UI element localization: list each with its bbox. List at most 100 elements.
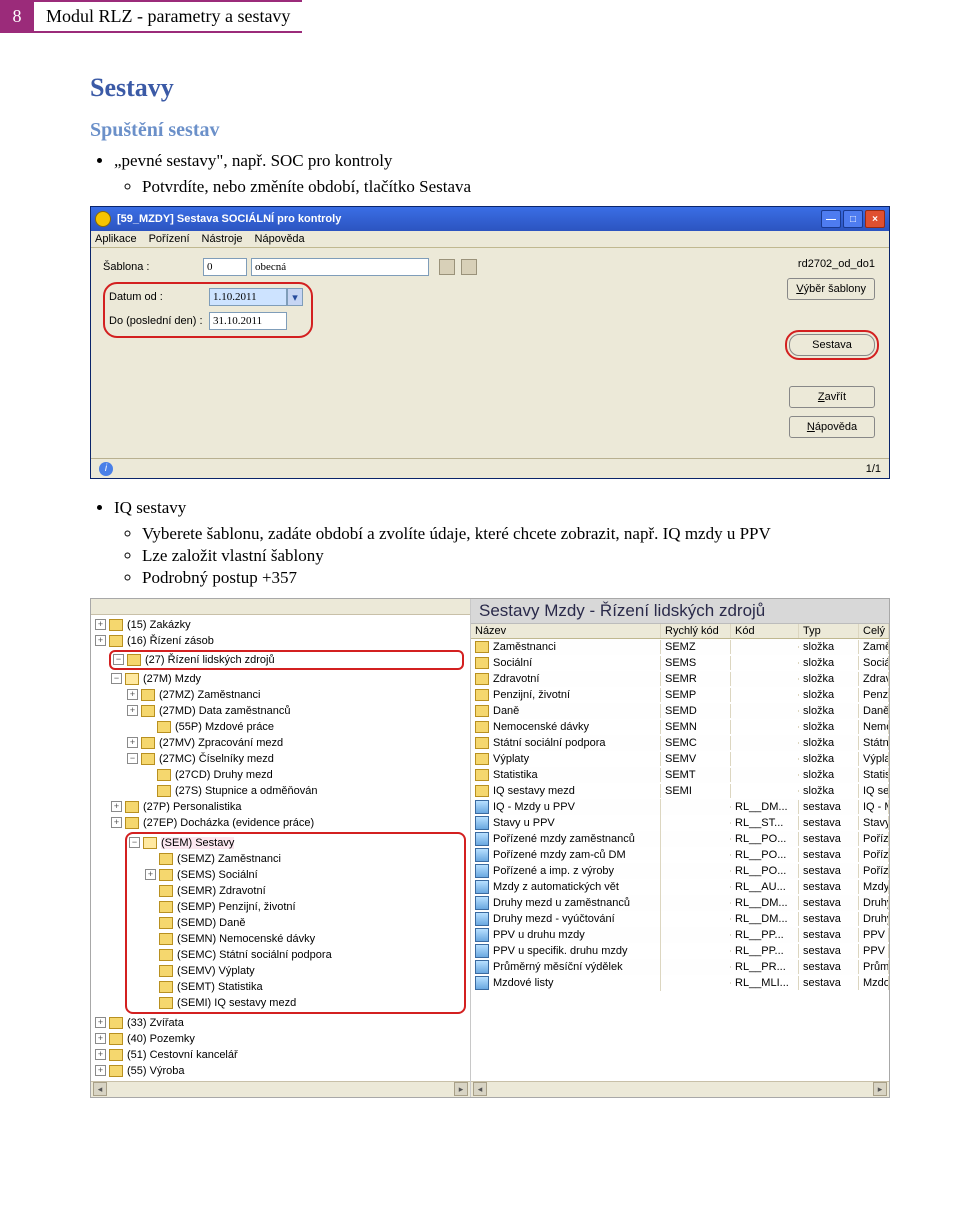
expand-icon[interactable]: +	[95, 635, 106, 646]
tree-item[interactable]: +(27MZ) Zaměstnanci	[127, 687, 470, 703]
expand-icon[interactable]: +	[111, 817, 122, 828]
col-rychly-kod[interactable]: Rychlý kód	[661, 624, 731, 638]
menu-napoveda[interactable]: Nápověda	[255, 233, 305, 245]
minimize-button[interactable]: —	[821, 210, 841, 228]
tree-scrollbar[interactable]: ◂ ▸	[91, 1081, 470, 1097]
collapse-icon[interactable]: −	[113, 654, 124, 665]
list-row[interactable]: Mzdové listyRL__MLI...sestavaMzdové list…	[471, 975, 889, 991]
expand-icon[interactable]: +	[127, 705, 138, 716]
collapse-icon[interactable]: −	[127, 753, 138, 764]
tree-item[interactable]: +(33) Zvířata	[95, 1015, 470, 1031]
list-row[interactable]: Penzijní, životníSEMPsložkaPenzijní, živ…	[471, 687, 889, 703]
list-row[interactable]: IQ - Mzdy u PPVRL__DM...sestavaIQ - Mzdy…	[471, 799, 889, 815]
input-datum-do[interactable]	[209, 312, 287, 330]
collapse-icon[interactable]: −	[111, 673, 122, 684]
tree-item[interactable]: (SEMZ) Zaměstnanci	[145, 851, 462, 867]
list-row[interactable]: VýplatySEMVsložkaVýplaty	[471, 751, 889, 767]
list-row[interactable]: PPV u specifik. druhu mzdyRL__PP...sesta…	[471, 943, 889, 959]
list-row[interactable]: Mzdy z automatických větRL__AU...sestava…	[471, 879, 889, 895]
expand-icon[interactable]: +	[127, 737, 138, 748]
col-kod[interactable]: Kód	[731, 624, 799, 638]
list-row[interactable]: Pořízené mzdy zaměstnancůRL__PO...sestav…	[471, 831, 889, 847]
close-button[interactable]: ×	[865, 210, 885, 228]
tree-body[interactable]: +(15) Zakázky+(16) Řízení zásob −(27) Říz…	[91, 615, 470, 1097]
list-row[interactable]: SociálníSEMSsložkaSociální	[471, 655, 889, 671]
list-row[interactable]: Nemocenské dávkySEMNsložkaNemocenské dáv…	[471, 719, 889, 735]
tree-item[interactable]: (27S) Stupnice a odměňován	[143, 783, 470, 799]
tree-item[interactable]: +(51) Cestovní kancelář	[95, 1047, 470, 1063]
list-row[interactable]: Pořízené a imp. z výrobyRL__PO...sestava…	[471, 863, 889, 879]
expand-icon[interactable]: +	[95, 619, 106, 630]
tree-item[interactable]: +(55) Výroba	[95, 1063, 470, 1079]
list-row[interactable]: Státní sociální podporaSEMCsložkaStátní …	[471, 735, 889, 751]
tree-item[interactable]: +(27MV) Zpracování mezd	[127, 735, 470, 751]
list-row[interactable]: Pořízené mzdy zam-ců DMRL__PO...sestavaP…	[471, 847, 889, 863]
tree-item[interactable]: −(27MC) Číselníky mezd	[127, 751, 470, 767]
tree-item[interactable]: +(15) Zakázky	[95, 617, 470, 633]
scroll-left-icon[interactable]: ◂	[93, 1082, 107, 1096]
col-typ[interactable]: Typ	[799, 624, 859, 638]
sestava-button[interactable]: Sestava	[789, 334, 875, 356]
open-icon[interactable]	[439, 259, 455, 275]
tree-item[interactable]: (27CD) Druhy mezd	[143, 767, 470, 783]
expand-icon[interactable]: +	[95, 1017, 106, 1028]
save-icon[interactable]	[461, 259, 477, 275]
tree-item[interactable]: (SEMP) Penzijní, životní	[145, 899, 462, 915]
report-icon	[475, 912, 489, 926]
tree-item[interactable]: −(SEM) Sestavy	[129, 835, 462, 851]
list-row[interactable]: Průměrný měsíční výdělekRL__PR...sestava…	[471, 959, 889, 975]
list-row[interactable]: ZaměstnanciSEMZsložkaZaměstnanci	[471, 639, 889, 655]
tree-item[interactable]: (SEMR) Zdravotní	[145, 883, 462, 899]
list-scrollbar[interactable]: ◂ ▸	[471, 1081, 889, 1097]
expand-icon[interactable]: +	[95, 1033, 106, 1044]
tree-item[interactable]: +(16) Řízení zásob	[95, 633, 470, 649]
list-row[interactable]: DaněSEMDsložkaDaně	[471, 703, 889, 719]
list-row[interactable]: Druhy mezd u zaměstnancůRL__DM...sestava…	[471, 895, 889, 911]
vyber-sablony-button[interactable]: Výběr šablony	[787, 278, 875, 300]
tree-item[interactable]: (SEMT) Statistika	[145, 979, 462, 995]
col-cely-nazev[interactable]: Celý název	[859, 624, 889, 638]
list-row[interactable]: IQ sestavy mezdSEMIsložkaIQ sestavy mezd	[471, 783, 889, 799]
tree-item[interactable]: +(27EP) Docházka (evidence práce)	[111, 815, 470, 831]
napoveda-button[interactable]: Nápověda	[789, 416, 875, 438]
expand-icon[interactable]: +	[127, 689, 138, 700]
input-datum-od[interactable]	[209, 288, 287, 306]
maximize-button[interactable]: □	[843, 210, 863, 228]
tree-item[interactable]: +(27P) Personalistika	[111, 799, 470, 815]
expand-icon[interactable]: +	[145, 869, 156, 880]
tree-item[interactable]: (SEMN) Nemocenské dávky	[145, 931, 462, 947]
tree-item[interactable]: (SEMV) Výplaty	[145, 963, 462, 979]
tree-item[interactable]: +(27MD) Data zaměstnanců	[127, 703, 470, 719]
zavrit-button[interactable]: Zavřít	[789, 386, 875, 408]
tree-item[interactable]: +(SEMS) Sociální	[145, 867, 462, 883]
list-scroll-left-icon[interactable]: ◂	[473, 1082, 487, 1096]
collapse-icon[interactable]: −	[129, 837, 140, 848]
input-sablona-code[interactable]	[203, 258, 247, 276]
menu-aplikace[interactable]: Aplikace	[95, 233, 137, 245]
menu-porizeni[interactable]: Pořízení	[149, 233, 190, 245]
list-row[interactable]: StatistikaSEMTsložkaStatistika	[471, 767, 889, 783]
tree-item[interactable]: (55P) Mzdové práce	[143, 719, 470, 735]
tree-item[interactable]: −(27) Řízení lidských zdrojů	[113, 652, 460, 668]
scroll-right-icon[interactable]: ▸	[454, 1082, 468, 1096]
expand-icon[interactable]: +	[95, 1049, 106, 1060]
list-row[interactable]: Stavy u PPVRL__ST...sestavaStavy u PPV	[471, 815, 889, 831]
tree-item[interactable]: (SEMC) Státní sociální podpora	[145, 947, 462, 963]
expand-icon[interactable]: +	[95, 1065, 106, 1076]
input-sablona-name[interactable]	[251, 258, 429, 276]
info-icon[interactable]: i	[99, 462, 113, 476]
tree-item[interactable]: +(40) Pozemky	[95, 1031, 470, 1047]
tree-item[interactable]: (SEMD) Daně	[145, 915, 462, 931]
row-typ: složka	[799, 672, 859, 686]
list-scroll-right-icon[interactable]: ▸	[873, 1082, 887, 1096]
list-row[interactable]: Druhy mezd - vyúčtováníRL__DM...sestavaD…	[471, 911, 889, 927]
tree-item[interactable]: −(27M) Mzdy	[111, 671, 470, 687]
menu-nastroje[interactable]: Nástroje	[202, 233, 243, 245]
titlebar[interactable]: [59_MZDY] Sestava SOCIÁLNÍ pro kontroly …	[91, 207, 889, 231]
list-row[interactable]: PPV u druhu mzdyRL__PP...sestavaPPV u dr…	[471, 927, 889, 943]
list-row[interactable]: ZdravotníSEMRsložkaZdravotní	[471, 671, 889, 687]
chevron-down-icon[interactable]: ▾	[287, 288, 303, 306]
col-nazev[interactable]: Název	[471, 624, 661, 638]
expand-icon[interactable]: +	[111, 801, 122, 812]
tree-item[interactable]: (SEMI) IQ sestavy mezd	[145, 995, 462, 1011]
